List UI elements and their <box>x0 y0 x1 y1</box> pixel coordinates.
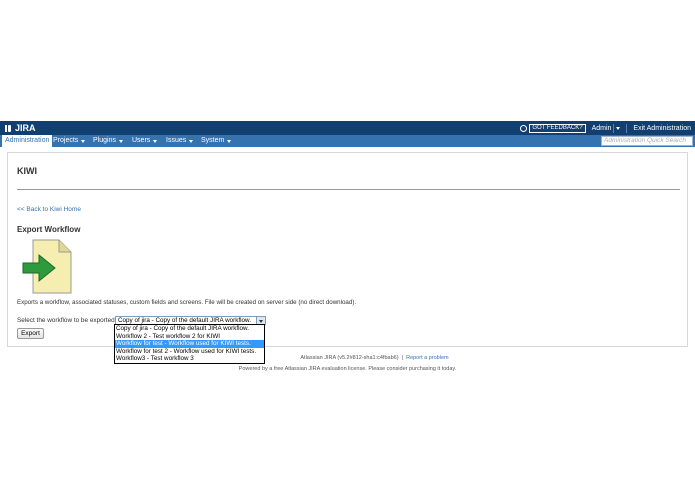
export-description: Exports a workflow, associated statuses,… <box>17 299 357 306</box>
tab-users[interactable]: Users <box>132 135 158 147</box>
tab-label: Administration <box>5 137 50 144</box>
tab-system[interactable]: System <box>201 135 232 147</box>
tab-projects[interactable]: Projects <box>53 135 86 147</box>
footer-version-line: Atlassian JIRA (v5.2#812-sha1:c4fbab6) |… <box>0 355 695 361</box>
chevron-down-icon <box>81 139 86 143</box>
logo-text: JIRA <box>15 123 36 133</box>
jira-logo[interactable]: JIRA <box>4 123 36 133</box>
exit-administration-link[interactable]: Exit Administration <box>633 125 691 132</box>
feedback-button[interactable]: GOT FEEDBACK? <box>520 123 586 133</box>
header-bar: JIRA GOT FEEDBACK? Admin Exit Administra… <box>0 121 695 135</box>
back-to-kiwi-home-link[interactable]: << Back to Kiwi Home <box>17 206 81 213</box>
tab-label: Users <box>132 137 151 144</box>
version-text: Atlassian JIRA (v5.2#812-sha1:c4fbab6) <box>300 355 399 361</box>
user-menu[interactable]: Admin <box>591 123 621 133</box>
license-text: Powered by a free Atlassian JIRA evaluat… <box>238 366 457 372</box>
feedback-label: GOT FEEDBACK? <box>529 123 586 133</box>
chevron-down-icon <box>189 139 194 143</box>
tab-label: System <box>201 137 225 144</box>
section-title: Export Workflow <box>17 225 81 234</box>
workflow-option-highlighted[interactable]: Workflow for test - Workflow used for KI… <box>115 340 264 348</box>
main-panel: KIWI << Back to Kiwi Home Export Workflo… <box>7 152 688 347</box>
tab-administration[interactable]: Administration <box>2 135 53 147</box>
header-right: GOT FEEDBACK? Admin Exit Administration <box>520 123 691 133</box>
admin-nav-bar: Administration Projects Plugins Users Is… <box>0 135 695 147</box>
tab-label: Projects <box>53 137 79 144</box>
select-workflow-label: Select the workflow to be exported <box>17 317 115 324</box>
tab-label: Plugins <box>93 137 116 144</box>
workflow-select-value: Copy of jira - Copy of the default JIRA … <box>118 317 251 324</box>
jira-logo-icon <box>4 124 13 133</box>
report-problem-link[interactable]: Report a problem <box>406 355 449 361</box>
user-name: Admin <box>591 124 612 132</box>
tab-plugins[interactable]: Plugins <box>93 135 123 147</box>
chevron-down-icon <box>153 139 158 143</box>
footer-separator: | <box>401 355 404 361</box>
tab-issues[interactable]: Issues <box>166 135 194 147</box>
export-document-icon <box>22 239 72 294</box>
export-button[interactable]: Export <box>17 328 44 339</box>
page-title: KIWI <box>17 166 37 176</box>
chevron-down-icon[interactable] <box>256 317 265 324</box>
workflow-option[interactable]: Copy of jira - Copy of the default JIRA … <box>115 325 264 333</box>
divider <box>17 189 680 190</box>
tab-label: Issues <box>166 137 187 144</box>
chevron-down-icon <box>616 126 621 130</box>
chevron-down-icon <box>227 139 232 143</box>
lightbulb-icon <box>520 124 528 132</box>
workflow-option[interactable]: Workflow 2 - Test workflow 2 for KIWI <box>115 333 264 341</box>
chevron-down-icon <box>118 139 123 143</box>
divider <box>626 123 628 133</box>
search-placeholder: Administration Quick Search <box>604 137 687 144</box>
divider <box>613 123 615 133</box>
admin-quick-search-input[interactable]: Administration Quick Search <box>601 136 693 146</box>
